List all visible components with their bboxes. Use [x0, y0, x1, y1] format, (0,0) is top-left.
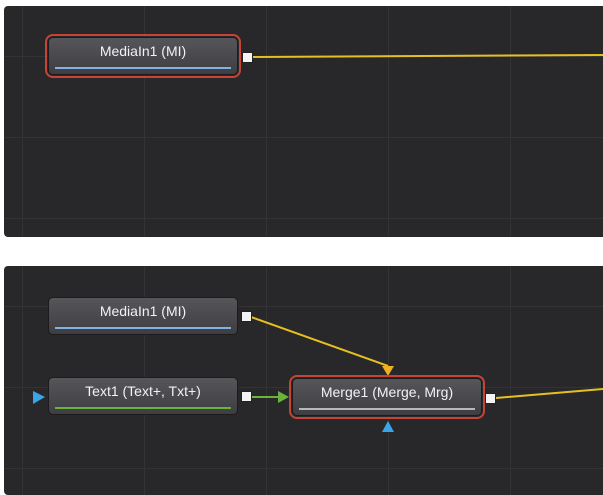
- node-label: MediaIn1 (MI): [99, 303, 187, 319]
- node-color-bar: [55, 67, 231, 69]
- text1-node[interactable]: Text1 (Text+, Txt+): [48, 377, 238, 415]
- merge1-output-wire[interactable]: [495, 388, 603, 399]
- output-port-icon[interactable]: [242, 52, 253, 63]
- output-port-icon[interactable]: [241, 391, 252, 402]
- node-label: Text1 (Text+, Txt+): [85, 383, 201, 399]
- merge1-node[interactable]: Merge1 (Merge, Mrg): [289, 375, 485, 419]
- node-label: Merge1 (Merge, Mrg): [320, 384, 454, 400]
- mediain1-to-merge1-wire[interactable]: [250, 316, 389, 367]
- node-color-bar: [55, 407, 231, 409]
- merge1-background-input-icon[interactable]: [278, 391, 289, 403]
- node-color-bar: [299, 408, 475, 410]
- output-port-icon[interactable]: [485, 393, 496, 404]
- merge1-foreground-input-icon[interactable]: [382, 366, 394, 376]
- text1-input-icon[interactable]: [33, 391, 45, 404]
- mediain1-output-wire[interactable]: [251, 54, 603, 58]
- mediain1-node[interactable]: MediaIn1 (MI): [48, 297, 238, 335]
- node-color-bar: [55, 327, 231, 329]
- merge1-mask-input-icon[interactable]: [382, 421, 394, 432]
- output-port-icon[interactable]: [241, 311, 252, 322]
- node-label: MediaIn1 (MI): [99, 43, 187, 59]
- mediain1-node[interactable]: MediaIn1 (MI): [45, 34, 241, 78]
